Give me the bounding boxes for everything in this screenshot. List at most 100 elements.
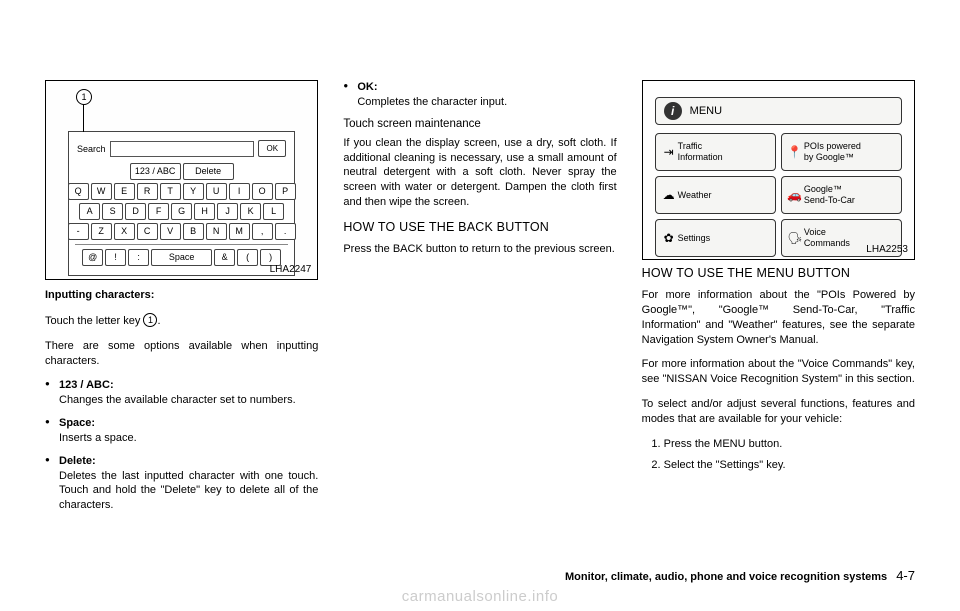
item-desc: Completes the character input. bbox=[357, 96, 507, 108]
key: ( bbox=[237, 249, 258, 266]
column-1: 1 Search OK 123 / ABC Delete Q W bbox=[45, 80, 318, 570]
paragraph: If you clean the display screen, use a d… bbox=[343, 136, 616, 210]
item-title: OK: bbox=[357, 81, 377, 93]
menu-item-label: Google™Send-To-Car bbox=[804, 184, 855, 206]
watermark: carmanualsonline.info bbox=[0, 588, 960, 605]
key: J bbox=[217, 203, 238, 220]
content-columns: 1 Search OK 123 / ABC Delete Q W bbox=[45, 80, 915, 570]
key: Y bbox=[183, 183, 204, 200]
option-list: 123 / ABC: Changes the available charact… bbox=[45, 378, 318, 513]
menu-item-label: TrafficInformation bbox=[678, 141, 723, 163]
menu-item-traffic: ⇥ TrafficInformation bbox=[655, 133, 776, 171]
key: : bbox=[128, 249, 149, 266]
item-title: Space: bbox=[59, 417, 95, 429]
item-title: 123 / ABC: bbox=[59, 379, 114, 391]
car-icon: 🚗 bbox=[786, 188, 804, 202]
menu-title: MENU bbox=[690, 105, 722, 117]
paragraph: Touch the letter key 1. bbox=[45, 313, 318, 329]
step: Press the MENU button. bbox=[664, 437, 915, 452]
key: O bbox=[252, 183, 273, 200]
column-2: OK: Completes the character input. Touch… bbox=[343, 80, 616, 570]
item-desc: Inserts a space. bbox=[59, 432, 137, 444]
menu-item-label: POIs poweredby Google™ bbox=[804, 141, 861, 163]
key: L bbox=[263, 203, 284, 220]
menu-header: i MENU bbox=[655, 97, 902, 125]
key: T bbox=[160, 183, 181, 200]
list-item: OK: Completes the character input. bbox=[357, 80, 616, 110]
key: G bbox=[171, 203, 192, 220]
list-item: Delete: Deletes the last inputted charac… bbox=[59, 454, 318, 513]
item-desc: Changes the available character set to n… bbox=[59, 394, 296, 406]
key: V bbox=[160, 223, 181, 240]
figure-menu: i MENU ⇥ TrafficInformation 📍 POIs power… bbox=[642, 80, 915, 260]
heading-back-button: HOW TO USE THE BACK BUTTON bbox=[343, 220, 616, 234]
key: . bbox=[275, 223, 296, 240]
key: Q bbox=[68, 183, 89, 200]
menu-item-settings: ✿ Settings bbox=[655, 219, 776, 257]
heading-inputting: Inputting characters: bbox=[45, 288, 318, 303]
key: , bbox=[252, 223, 273, 240]
heading-touch-maintenance: Touch screen maintenance bbox=[343, 118, 616, 130]
key: P bbox=[275, 183, 296, 200]
mode-key: 123 / ABC bbox=[130, 163, 181, 180]
list-item: 123 / ABC: Changes the available charact… bbox=[59, 378, 318, 408]
key: X bbox=[114, 223, 135, 240]
traffic-icon: ⇥ bbox=[660, 145, 678, 159]
keyboard-row-3: - Z X C V B N M , . bbox=[75, 223, 288, 240]
menu-item-weather: ☁ Weather bbox=[655, 176, 776, 214]
delete-key: Delete bbox=[183, 163, 234, 180]
key: M bbox=[229, 223, 250, 240]
menu-item-label: Weather bbox=[678, 190, 712, 201]
menu-item-label: Settings bbox=[678, 233, 711, 244]
manual-page: 1 Search OK 123 / ABC Delete Q W bbox=[0, 0, 960, 611]
key: W bbox=[91, 183, 112, 200]
callout-number: 1 bbox=[76, 89, 92, 105]
item-desc: Deletes the last inputted character with… bbox=[59, 470, 318, 512]
callout-line bbox=[83, 104, 84, 132]
menu-item-sendtocar: 🚗 Google™Send-To-Car bbox=[781, 176, 902, 214]
key: & bbox=[214, 249, 235, 266]
list-item: Space: Inserts a space. bbox=[59, 416, 318, 446]
key: ! bbox=[105, 249, 126, 266]
text: . bbox=[157, 315, 160, 327]
item-title: Delete: bbox=[59, 455, 96, 467]
key: R bbox=[137, 183, 158, 200]
heading-menu-button: HOW TO USE THE MENU BUTTON bbox=[642, 266, 915, 280]
key: I bbox=[229, 183, 250, 200]
figure-label: LHA2247 bbox=[270, 264, 312, 275]
key: H bbox=[194, 203, 215, 220]
key: D bbox=[125, 203, 146, 220]
steps-list: Press the MENU button. Select the "Setti… bbox=[642, 437, 915, 473]
search-label: Search bbox=[77, 144, 106, 154]
paragraph: For more information about the "POIs Pow… bbox=[642, 288, 915, 347]
key: B bbox=[183, 223, 204, 240]
key: C bbox=[137, 223, 158, 240]
keyboard-search-row: Search OK bbox=[75, 140, 288, 157]
page-footer: Monitor, climate, audio, phone and voice… bbox=[565, 568, 915, 583]
keyboard-row-2: A S D F G H J K L bbox=[75, 203, 288, 220]
key: F bbox=[148, 203, 169, 220]
ok-key: OK bbox=[258, 140, 286, 157]
paragraph: There are some options available when in… bbox=[45, 339, 318, 369]
key: U bbox=[206, 183, 227, 200]
circled-number: 1 bbox=[143, 313, 157, 327]
gear-icon: ✿ bbox=[660, 231, 678, 245]
figure-label: LHA2253 bbox=[866, 244, 908, 255]
key: K bbox=[240, 203, 261, 220]
voice-icon: 🗣 bbox=[786, 231, 804, 245]
menu-item-pois: 📍 POIs poweredby Google™ bbox=[781, 133, 902, 171]
key: N bbox=[206, 223, 227, 240]
paragraph: For more information about the "Voice Co… bbox=[642, 357, 915, 387]
keyboard-mode-row: 123 / ABC Delete bbox=[75, 163, 288, 180]
option-list-cont: OK: Completes the character input. bbox=[343, 80, 616, 110]
figure-keyboard: 1 Search OK 123 / ABC Delete Q W bbox=[45, 80, 318, 280]
key: A bbox=[79, 203, 100, 220]
key: E bbox=[114, 183, 135, 200]
step: Select the "Settings" key. bbox=[664, 458, 915, 473]
menu-item-label: VoiceCommands bbox=[804, 227, 850, 249]
paragraph: To select and/or adjust several function… bbox=[642, 397, 915, 427]
key: @ bbox=[82, 249, 103, 266]
search-input-box bbox=[110, 141, 255, 157]
key: Z bbox=[91, 223, 112, 240]
key: S bbox=[102, 203, 123, 220]
